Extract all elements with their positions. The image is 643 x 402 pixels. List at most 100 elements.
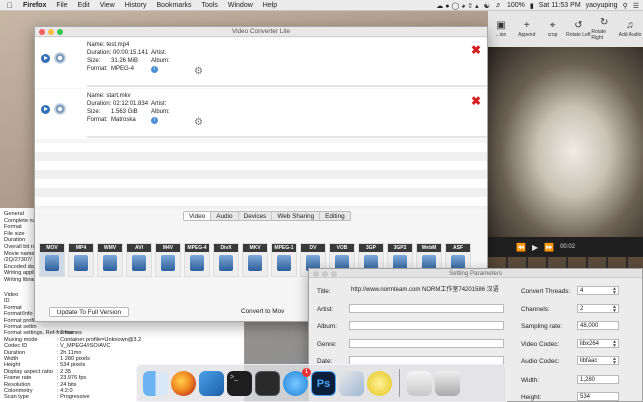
album-field[interactable] bbox=[349, 321, 504, 330]
status-icons[interactable]: ☁ ● ◯ ◕ ⇧ ▴ bbox=[436, 2, 478, 10]
convert-target-label[interactable]: Convert to Mov bbox=[241, 308, 284, 315]
gear-icon[interactable]: ⚙ bbox=[194, 66, 203, 77]
info-left-label: Duration bbox=[4, 237, 26, 244]
stepper-icon[interactable]: ▲ ▼ bbox=[612, 287, 617, 296]
file-format: Matroska bbox=[111, 117, 136, 123]
play-file-button[interactable] bbox=[41, 54, 50, 63]
xcode-icon[interactable] bbox=[199, 370, 224, 396]
apple-menu-icon[interactable]:  bbox=[7, 1, 13, 10]
toolbar-item-append[interactable]: + Append bbox=[514, 11, 540, 47]
stepper-icon[interactable]: ▲ ▼ bbox=[612, 305, 617, 314]
menu-history[interactable]: History bbox=[125, 2, 147, 9]
rewind-icon[interactable]: ⏪ bbox=[516, 243, 526, 252]
album-label: Album: bbox=[317, 323, 337, 330]
info-icon[interactable]: i bbox=[151, 117, 158, 124]
toolbar-item-rotate-left[interactable]: ↺ Rotate Left bbox=[565, 11, 591, 47]
artist-field[interactable] bbox=[349, 304, 504, 313]
format-label: 3GP bbox=[359, 244, 383, 252]
downloads-stack-icon[interactable] bbox=[407, 370, 432, 396]
tab-audio[interactable]: Audio bbox=[211, 212, 239, 220]
music-icon: ♫ bbox=[626, 20, 634, 31]
genre-field[interactable] bbox=[349, 339, 504, 348]
menu-bookmarks[interactable]: Bookmarks bbox=[157, 2, 192, 9]
format-divx[interactable]: DivX bbox=[213, 243, 239, 277]
play-file-button[interactable] bbox=[41, 105, 50, 114]
minimize-window-button[interactable] bbox=[48, 29, 54, 35]
gear-icon[interactable]: ⚙ bbox=[194, 117, 203, 128]
search-icon[interactable]: ⚲ bbox=[623, 2, 628, 10]
tab-video[interactable]: Video bbox=[184, 212, 212, 220]
file-size: 1.563 GiB bbox=[111, 109, 138, 115]
app-store-icon[interactable]: 1 bbox=[283, 367, 311, 396]
toolbar-item-crop[interactable]: ⌖ crop bbox=[540, 11, 566, 47]
file-size: 31.26 MiB bbox=[111, 58, 139, 64]
wifi-icon[interactable]: ☯ bbox=[484, 2, 490, 10]
format-label: 3GP2 bbox=[388, 244, 412, 252]
toolbar-label: Rotate Left bbox=[566, 32, 591, 38]
zoom-window-button[interactable] bbox=[331, 270, 337, 277]
photoshop-icon[interactable]: Ps bbox=[311, 370, 336, 396]
update-full-version-button[interactable]: Update To Full Version bbox=[49, 307, 129, 317]
chevron-down-icon[interactable]: ▲ ▼ bbox=[612, 357, 617, 366]
audio-codec-select[interactable]: libfaac ▲ ▼ bbox=[577, 356, 619, 366]
toolbar-item-add-audio[interactable]: ♫ Add Audio bbox=[617, 11, 643, 47]
format-label: WebM bbox=[417, 244, 441, 252]
format-mov[interactable]: MOV bbox=[39, 243, 65, 277]
zoom-window-button[interactable] bbox=[57, 29, 63, 35]
battery-icon[interactable]: ▮ bbox=[530, 2, 534, 10]
format-m4v[interactable]: M4V bbox=[155, 243, 181, 277]
menu-file[interactable]: File bbox=[56, 2, 67, 9]
firefox-icon[interactable] bbox=[171, 370, 196, 396]
close-window-button[interactable] bbox=[39, 29, 45, 35]
menu-edit[interactable]: Edit bbox=[78, 2, 90, 9]
get-plain-icon[interactable] bbox=[367, 370, 392, 396]
tab-web-sharing[interactable]: Web Sharing bbox=[272, 212, 321, 220]
format-mpeg-1[interactable]: MPEG-1 bbox=[271, 243, 297, 277]
info-row-value: : 534 pixels bbox=[57, 362, 86, 369]
file-row[interactable]: Name: start.mkv Duration: 02:12:01.834 S… bbox=[35, 89, 487, 139]
tab-editing[interactable]: Editing bbox=[320, 212, 350, 220]
volume-icon[interactable]: ♬ bbox=[495, 2, 502, 9]
height-field[interactable]: 534 bbox=[577, 392, 619, 401]
menu-clock[interactable]: Sat 11:53 PM bbox=[539, 2, 581, 9]
toolbar-item-rotate-right[interactable]: ↻ Rotate Right bbox=[591, 11, 617, 47]
menu-tools[interactable]: Tools bbox=[202, 2, 218, 9]
delete-file-button[interactable]: ✖ bbox=[471, 44, 481, 56]
menu-view[interactable]: View bbox=[100, 2, 115, 9]
close-window-button[interactable] bbox=[313, 270, 319, 277]
info-icon[interactable]: i bbox=[151, 66, 158, 73]
app-menu[interactable]: Firefox bbox=[23, 2, 46, 9]
list-icon[interactable]: ☰ bbox=[633, 2, 639, 10]
format-mkv[interactable]: MKV bbox=[242, 243, 268, 277]
user-name[interactable]: yaoyuping bbox=[586, 2, 618, 9]
channels-stepper[interactable]: 2 ▲ ▼ bbox=[577, 304, 619, 314]
toolbar-item-image[interactable]: ▣ ...ion bbox=[488, 11, 514, 47]
finder-icon[interactable] bbox=[143, 370, 168, 396]
menu-window[interactable]: Window bbox=[228, 2, 253, 9]
format-mp4[interactable]: MP4 bbox=[68, 243, 94, 277]
convert-threads-stepper[interactable]: 4 ▲ ▼ bbox=[577, 286, 619, 296]
terminal-icon[interactable]: >_ bbox=[227, 370, 252, 396]
title-field[interactable]: http://www.normteam.com NORM工作室74201586 … bbox=[349, 286, 504, 295]
fast-forward-icon[interactable]: ⏩ bbox=[544, 243, 554, 252]
menu-help[interactable]: Help bbox=[263, 2, 277, 9]
preview-icon[interactable] bbox=[339, 370, 364, 396]
width-field[interactable]: 1,280 bbox=[577, 375, 619, 384]
sampling-rate-field[interactable]: 48,000 bbox=[577, 321, 619, 330]
tab-devices[interactable]: Devices bbox=[239, 212, 273, 220]
video-codec-select[interactable]: libx264 ▲ ▼ bbox=[577, 339, 619, 349]
activity-monitor-icon[interactable] bbox=[255, 370, 280, 396]
minimize-window-button[interactable] bbox=[322, 270, 328, 277]
play-icon[interactable]: ▶ bbox=[532, 243, 538, 252]
sampling-rate-label: Sampling rate: bbox=[521, 323, 563, 330]
file-row[interactable]: Name: test.mp4 Duration: 00:00:15.141 Si… bbox=[35, 38, 487, 88]
trash-icon[interactable] bbox=[435, 370, 460, 396]
format-avi[interactable]: AVI bbox=[126, 243, 152, 277]
battery-percent[interactable]: 100% bbox=[507, 2, 525, 9]
format-label: M4V bbox=[156, 244, 180, 252]
format-icon bbox=[103, 255, 117, 271]
format-mpeg-4[interactable]: MPEG-4 bbox=[184, 243, 210, 277]
delete-file-button[interactable]: ✖ bbox=[471, 95, 481, 107]
format-wmv[interactable]: WMV bbox=[97, 243, 123, 277]
chevron-down-icon[interactable]: ▲ ▼ bbox=[612, 340, 617, 349]
